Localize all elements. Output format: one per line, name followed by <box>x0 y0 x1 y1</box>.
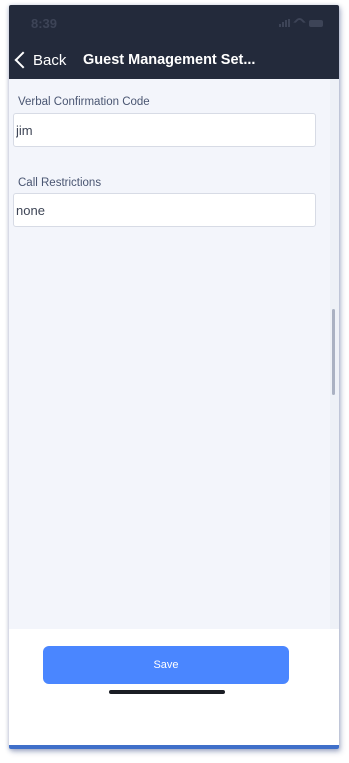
home-indicator <box>109 690 225 694</box>
chevron-left-icon <box>14 51 32 69</box>
navigation-bar: Back Guest Management Set... <box>9 46 339 74</box>
form-content: Verbal Confirmation Code Call Restrictio… <box>9 79 330 629</box>
status-icons <box>279 16 323 29</box>
scrollbar-thumb[interactable] <box>332 309 335 395</box>
signal-icon <box>279 19 290 27</box>
status-time: 8:39 <box>31 16 58 31</box>
verbal-code-label: Verbal Confirmation Code <box>18 96 150 108</box>
back-button[interactable]: Back <box>13 46 66 74</box>
scrollbar[interactable] <box>330 79 339 629</box>
phone-frame: 8:39 Back Guest Management Set... Verbal… <box>9 5 339 749</box>
call-restrictions-input[interactable] <box>13 193 316 227</box>
verbal-code-input[interactable] <box>13 113 316 147</box>
top-bar: 8:39 Back Guest Management Set... <box>9 5 339 79</box>
page-title: Guest Management Set... <box>83 52 256 68</box>
back-label: Back <box>33 51 67 69</box>
wifi-icon <box>293 16 306 29</box>
call-restrictions-label: Call Restrictions <box>18 177 102 189</box>
battery-icon <box>309 20 323 27</box>
save-button[interactable]: Save <box>43 646 289 684</box>
